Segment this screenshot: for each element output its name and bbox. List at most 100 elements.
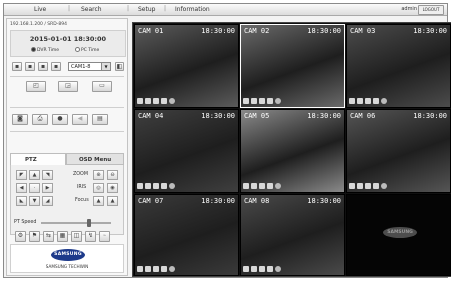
record-status-icon [243,266,249,272]
split-1-icon[interactable]: ▪ [12,62,22,71]
motion-status-icon [259,98,265,104]
camera-group-select[interactable]: CAM1-8 ▼ [68,62,111,71]
camera-time: 18:30:00 [307,112,341,120]
sequence-icon[interactable]: ◧ [115,62,124,71]
dvr-time-radio[interactable]: DVR Time [31,47,59,53]
nav-setup[interactable]: Setup [138,6,155,13]
camera-feed [241,195,344,275]
audio-status-icon [145,183,151,189]
camera-tile-5[interactable]: CAM 05 18:30:00 [240,109,345,193]
focus-far-icon[interactable]: ▲ [107,196,118,206]
motion-status-icon [153,98,159,104]
camera-tile-2[interactable]: CAM 02 18:30:00 [240,24,345,108]
ptz-left-icon[interactable]: ◀ [16,183,27,193]
slider-handle[interactable] [87,219,92,227]
camera-status-icons [137,98,177,105]
motion-status-icon [153,266,159,272]
camera-time: 18:30:00 [307,27,341,35]
camera-status-icons [243,183,283,190]
camera-tile-7[interactable]: CAM 07 18:30:00 [134,194,239,276]
ptz-status-icon [373,183,379,189]
iris-label: IRIS [77,185,87,190]
empty-tile-logo: SAMSUNG [383,227,417,238]
tab-ptz[interactable]: PTZ [10,153,66,165]
split-4-icon[interactable]: ▪ [25,62,35,71]
camera-tile-3[interactable]: CAM 03 18:30:00 [346,24,451,108]
ptz-down-left-icon[interactable]: ◣ [16,196,27,206]
preset-go-icon[interactable]: ⚑ [29,231,40,242]
ptz-down-right-icon[interactable]: ◢ [42,196,53,206]
fullscreen-icon[interactable]: ▭ [92,81,112,92]
motion-status-icon [259,266,265,272]
ptz-up-icon[interactable]: ▲ [29,170,40,180]
ptz-status-icon [267,98,273,104]
current-user: admin [401,6,417,12]
nav-information[interactable]: Information [175,6,210,13]
audio-status-icon [357,183,363,189]
group-icon[interactable]: ▦ [57,231,68,242]
record-icon[interactable]: ● [52,114,68,125]
camera-name: CAM 06 [350,112,376,120]
trace-icon[interactable]: ↯ [85,231,96,242]
nav-live[interactable]: Live [34,6,46,13]
pc-time-radio[interactable]: PC Time [75,47,99,53]
split-16-icon[interactable]: ▪ [51,62,61,71]
next-group-icon[interactable]: ◲ [58,81,78,92]
ptz-up-right-icon[interactable]: ◥ [42,170,53,180]
record-status-icon [137,266,143,272]
iris-open-icon[interactable]: ◎ [93,183,104,193]
scan-icon[interactable]: ⌁ [99,231,110,242]
camera-time: 18:30:00 [413,112,447,120]
nav-search[interactable]: Search [81,6,102,13]
audio-icon[interactable]: ◀ [72,114,88,125]
camera-tile-1[interactable]: CAM 01 18:30:00 [134,24,239,108]
camera-tile-8[interactable]: CAM 08 18:30:00 [240,194,345,276]
camera-status-icons [243,266,283,273]
previous-group-icon[interactable]: ◰ [26,81,46,92]
tab-osd-label: OSD Menu [79,157,112,163]
audio-status-icon [145,98,151,104]
ptz-down-icon[interactable]: ▼ [29,196,40,206]
record-status-icon [243,183,249,189]
ptz-status-icon [267,183,273,189]
tab-osd-menu[interactable]: OSD Menu [66,153,124,165]
print-icon[interactable]: ⎙ [32,114,48,125]
camera-tile-9-empty[interactable]: SAMSUNG [346,194,451,276]
preset-set-icon[interactable]: ⚙ [15,231,26,242]
focus-near-icon[interactable]: ▲ [93,196,104,206]
ptz-home-icon[interactable]: · [29,183,40,193]
camera-feed [241,110,344,192]
alarm-status-icon [169,266,175,272]
settings-icon[interactable]: ▤ [92,114,108,125]
ptz-right-icon[interactable]: ▶ [42,183,53,193]
current-datetime: 2015-01-01 18:30:00 [29,35,107,43]
chevron-down-icon: ▼ [101,63,110,70]
iris-close-icon[interactable]: ◉ [107,183,118,193]
zoom-in-icon[interactable]: ⊕ [93,170,104,180]
camera-feed [135,195,238,275]
zoom-out-icon[interactable]: ⊖ [107,170,118,180]
divider [10,131,124,132]
ptz-up-left-icon[interactable]: ◤ [16,170,27,180]
pt-speed-slider[interactable] [41,219,111,227]
camera-tile-4[interactable]: CAM 04 18:30:00 [134,109,239,193]
record-status-icon [349,98,355,104]
dvr-web-viewer: Live | Search | Setup | Information admi… [3,3,451,278]
capture-icon[interactable]: ◙ [12,114,28,125]
ptz-status-icon [373,98,379,104]
record-status-icon [137,98,143,104]
tour-icon[interactable]: ◫ [71,231,82,242]
pc-time-label: PC Time [81,48,100,53]
split-9-icon[interactable]: ▪ [38,62,48,71]
camera-group-value: CAM1-8 [71,64,91,70]
nav-separator: | [68,5,71,12]
camera-tile-6[interactable]: CAM 06 18:30:00 [346,109,451,193]
camera-status-icons [243,98,283,105]
swing-icon[interactable]: ⇆ [43,231,54,242]
audio-status-icon [251,183,257,189]
alarm-status-icon [275,183,281,189]
camera-time: 18:30:00 [413,27,447,35]
layout-toolbar: ◰ ◲ ▭ [10,81,124,93]
logout-button[interactable]: LOGOUT [418,5,444,15]
alarm-status-icon [275,266,281,272]
